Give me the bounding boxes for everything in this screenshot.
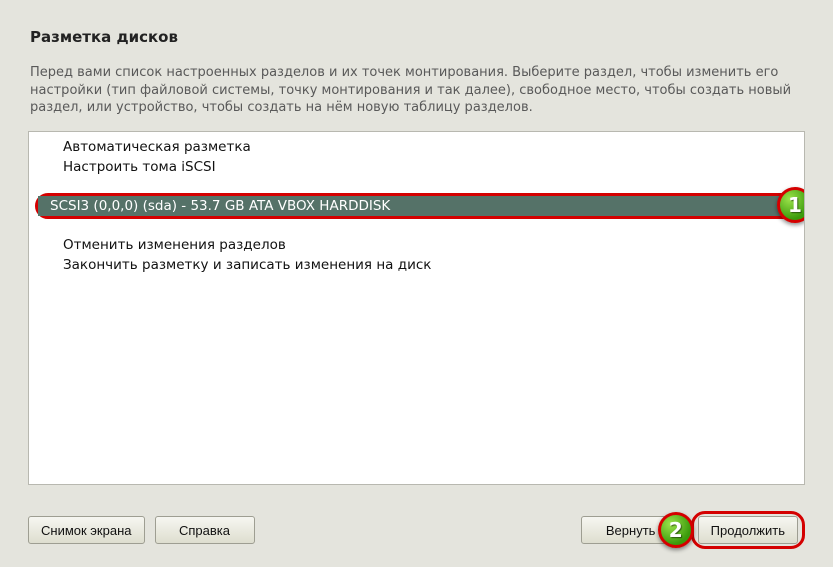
callout-highlight-2: Продолжить 2 bbox=[691, 511, 805, 549]
item-finish-write[interactable]: Закончить разметку и записать изменения … bbox=[29, 255, 804, 275]
callout-badge-1: 1 bbox=[777, 187, 805, 223]
button-row: Снимок экрана Справка Вернуть Продолжить… bbox=[22, 511, 811, 549]
partition-window: Разметка дисков Перед вами список настро… bbox=[0, 0, 833, 567]
item-disk-sda[interactable]: SCSI3 (0,0,0) (sda) - 53.7 GB ATA VBOX H… bbox=[38, 196, 795, 216]
item-undo-changes[interactable]: Отменить изменения разделов bbox=[29, 235, 804, 255]
page-title: Разметка дисков bbox=[30, 28, 811, 46]
callout-highlight-1: SCSI3 (0,0,0) (sda) - 53.7 GB ATA VBOX H… bbox=[35, 193, 798, 219]
spacer bbox=[29, 177, 804, 193]
help-button[interactable]: Справка bbox=[155, 516, 255, 544]
callout-badge-2: 2 bbox=[658, 512, 694, 548]
page-description: Перед вами список настроенных разделов и… bbox=[30, 64, 803, 117]
screenshot-button[interactable]: Снимок экрана bbox=[28, 516, 145, 544]
continue-button[interactable]: Продолжить bbox=[698, 516, 798, 544]
item-configure-iscsi[interactable]: Настроить тома iSCSI bbox=[29, 157, 804, 177]
spacer bbox=[29, 219, 804, 235]
partition-list: Автоматическая разметка Настроить тома i… bbox=[28, 131, 805, 485]
item-auto-partition[interactable]: Автоматическая разметка bbox=[29, 132, 804, 157]
